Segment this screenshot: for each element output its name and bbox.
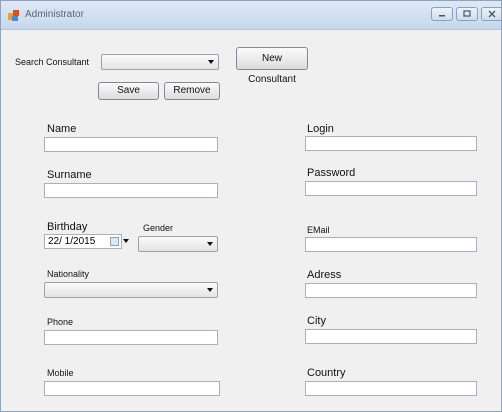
birthday-value: 22/ 1/2015	[48, 236, 96, 247]
mobile-field[interactable]	[44, 381, 220, 396]
email-label: EMail	[307, 225, 330, 235]
name-label: Name	[47, 123, 77, 135]
nationality-label: Nationality	[47, 269, 90, 279]
gender-value	[139, 242, 142, 253]
minimize-icon	[439, 15, 445, 17]
title-bar: Administrator	[1, 1, 501, 30]
adress-label: Adress	[307, 269, 342, 281]
chevron-down-icon	[207, 288, 213, 292]
city-field[interactable]	[305, 329, 477, 344]
adress-field[interactable]	[305, 283, 477, 298]
window-title: Administrator	[25, 9, 84, 20]
chevron-down-icon	[208, 60, 214, 64]
mobile-label: Mobile	[47, 368, 74, 378]
email-field[interactable]	[305, 237, 477, 252]
administrator-window: Administrator Search Consultant New Cons…	[0, 0, 502, 412]
surname-label: Surname	[47, 169, 92, 181]
login-label: Login	[307, 123, 334, 135]
city-label: City	[307, 315, 326, 327]
save-button[interactable]: Save	[98, 82, 159, 100]
gender-combobox[interactable]	[138, 236, 218, 252]
surname-field[interactable]	[44, 183, 218, 198]
close-icon	[488, 10, 496, 18]
nationality-value	[45, 288, 48, 299]
search-consultant-combobox[interactable]	[101, 54, 219, 70]
birthday-label: Birthday	[47, 221, 88, 233]
chevron-down-icon	[123, 239, 129, 243]
password-field[interactable]	[305, 181, 477, 196]
birthday-date-picker[interactable]: 22/ 1/2015	[44, 234, 129, 249]
maximize-button[interactable]	[456, 7, 478, 21]
country-field[interactable]	[305, 381, 477, 396]
chevron-down-icon	[207, 242, 213, 246]
remove-button[interactable]: Remove	[164, 82, 220, 100]
name-field[interactable]	[44, 137, 218, 152]
search-consultant-value	[102, 60, 105, 71]
gender-label: Gender	[143, 223, 174, 233]
app-icon	[8, 10, 19, 21]
calendar-icon	[110, 237, 119, 246]
close-button[interactable]	[481, 7, 501, 21]
search-consultant-label: Search Consultant	[15, 57, 90, 67]
login-field[interactable]	[305, 136, 477, 151]
minimize-button[interactable]	[431, 7, 453, 21]
maximize-icon	[463, 10, 471, 17]
phone-field[interactable]	[44, 330, 218, 345]
nationality-combobox[interactable]	[44, 282, 218, 298]
phone-label: Phone	[47, 317, 74, 327]
country-label: Country	[307, 367, 346, 379]
password-label: Password	[307, 167, 356, 179]
new-consultant-button[interactable]: New Consultant	[236, 47, 308, 85]
